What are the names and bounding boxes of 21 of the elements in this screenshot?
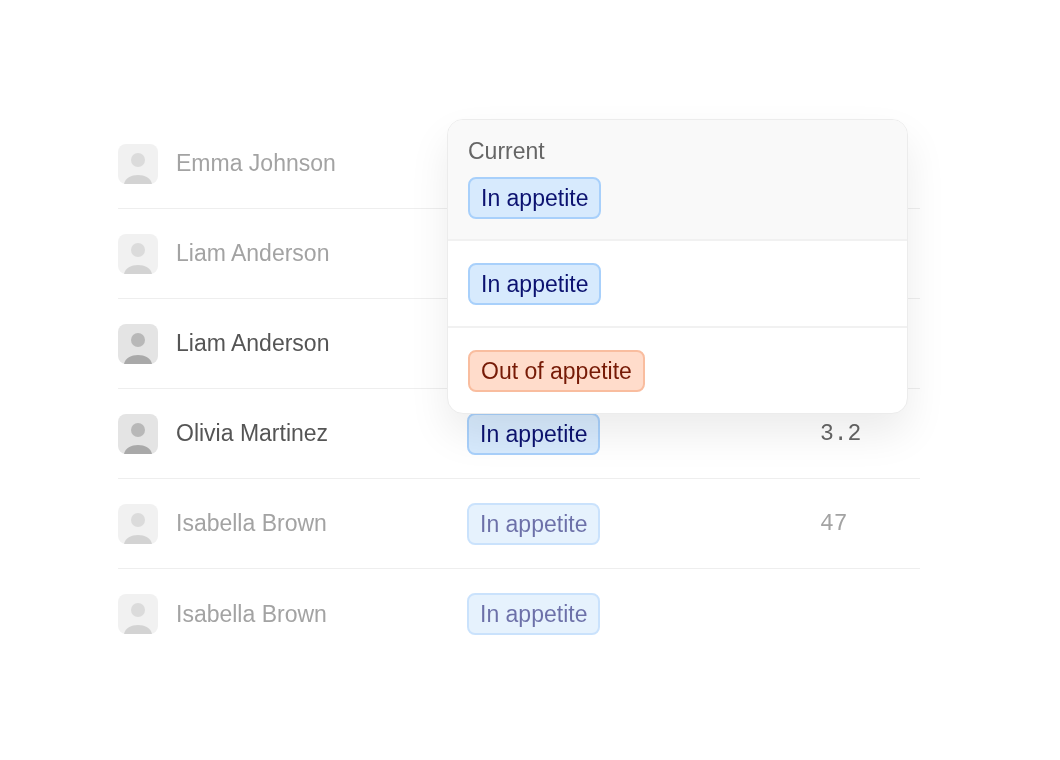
menu-label: Current [468, 138, 545, 165]
status-tag: In appetite [467, 412, 601, 455]
menu-option[interactable]: Out of appetite [448, 326, 907, 413]
table-cell: 3.2 [820, 420, 862, 447]
menu-option[interactable]: In appetite [448, 239, 907, 326]
avatar [118, 233, 158, 274]
status-tag: In appetite [468, 177, 602, 219]
avatar [118, 594, 158, 634]
person-name: Isabella Brown [176, 600, 328, 628]
table-cell: 47 [820, 510, 848, 537]
avatar [118, 143, 158, 184]
person-name: Olivia Martinez [176, 420, 330, 447]
avatar [118, 413, 158, 454]
person-name: Liam Anderson [176, 330, 331, 357]
person-name: Emma Johnson [176, 150, 337, 177]
status-tag: In appetite [467, 502, 601, 545]
person-name: Isabella Brown [176, 510, 328, 537]
avatar [118, 503, 158, 544]
avatar [118, 323, 158, 364]
person-name: Liam Anderson [176, 240, 331, 267]
status-tag: In appetite [467, 593, 601, 635]
